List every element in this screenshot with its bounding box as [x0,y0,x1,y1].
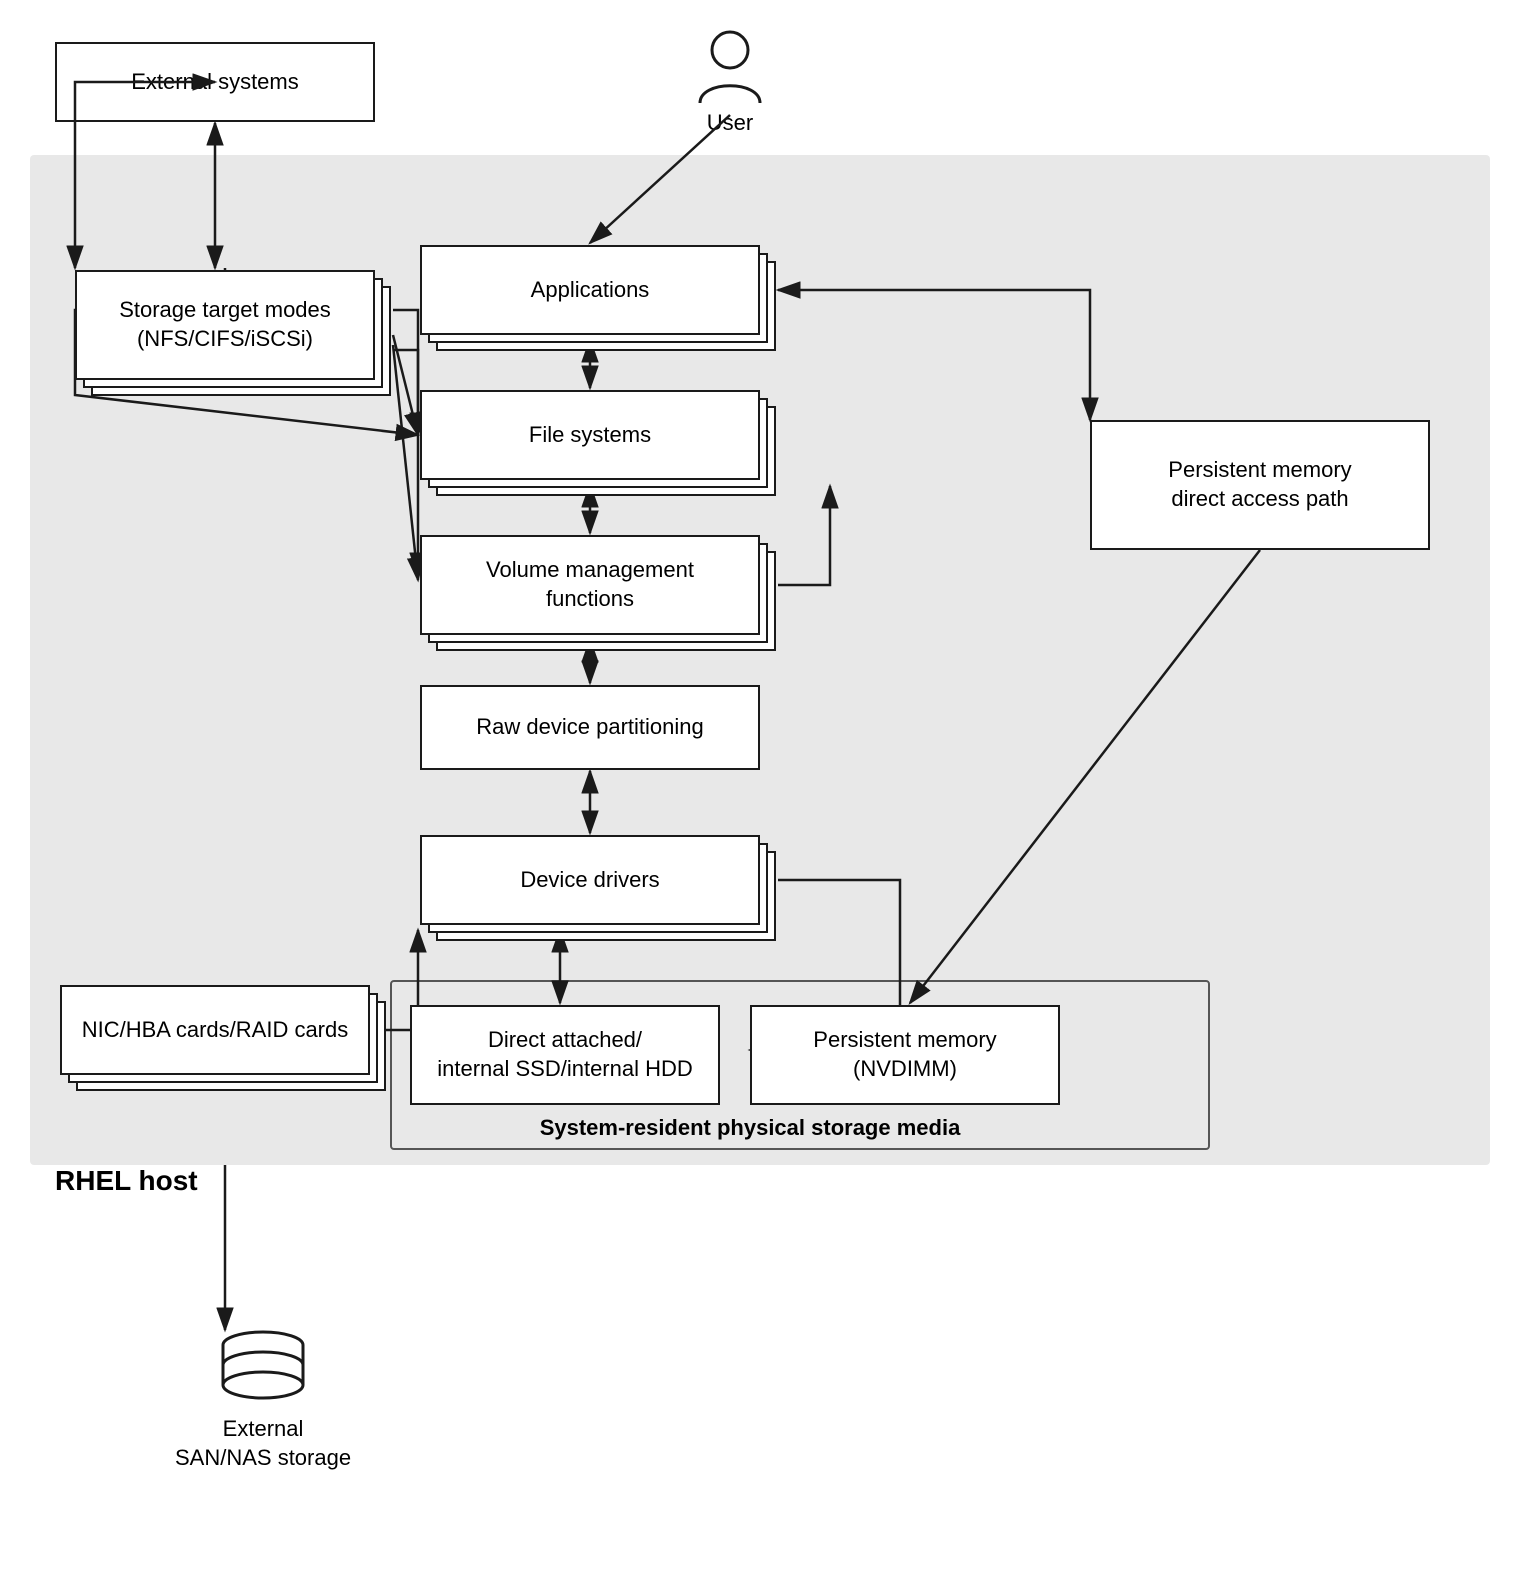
external-san-label: ExternalSAN/NAS storage [175,1415,351,1472]
file-systems-box: File systems [420,390,760,480]
rhel-host-label: RHEL host [55,1165,198,1197]
persistent-memory-nvdimm-box: Persistent memory (NVDIMM) [750,1005,1060,1105]
persistent-memory-direct-box: Persistent memory direct access path [1090,420,1430,550]
device-drivers-box: Device drivers [420,835,760,925]
diagram-area: External systems User Storage target mod… [0,0,1520,1574]
nic-hba-box: NIC/HBA cards/RAID cards [60,985,370,1075]
volume-management-box: Volume management functions [420,535,760,635]
user-label: User [707,110,753,136]
applications-box: Applications [420,245,760,335]
user-icon: User [695,28,765,136]
external-systems-box: External systems [55,42,375,122]
storage-target-box: Storage target modes (NFS/CIFS/iSCSi) [75,270,375,380]
external-san-icon: ExternalSAN/NAS storage [175,1330,351,1472]
direct-attached-box: Direct attached/ internal SSD/internal H… [410,1005,720,1105]
system-resident-label: System-resident physical storage media [410,1115,1090,1141]
raw-device-box: Raw device partitioning [420,685,760,770]
